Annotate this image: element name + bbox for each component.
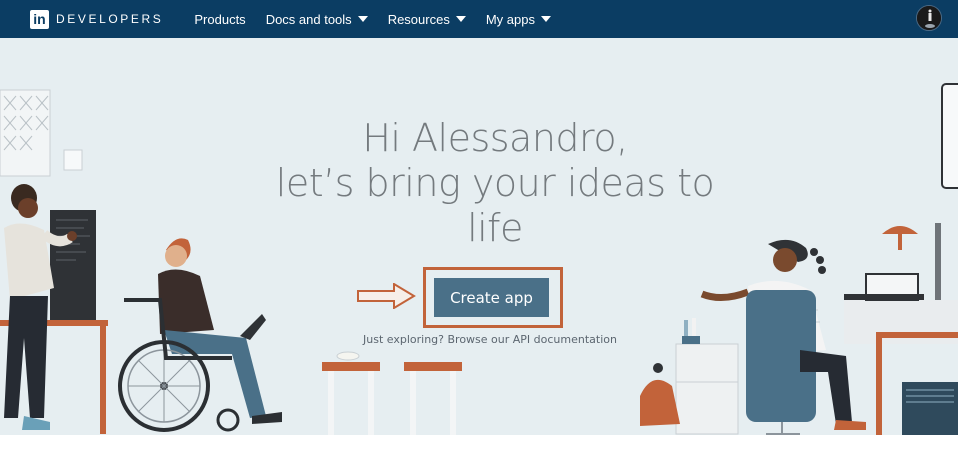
brand-home-link[interactable]: in DEVELOPERS [30, 9, 164, 29]
wheelchair-user-icon [118, 238, 282, 432]
stools-icon [322, 351, 462, 435]
page-footer-strip [0, 435, 958, 467]
arrow-right-icon [357, 283, 416, 309]
welcome-heading: Hi Alessandro, let’s bring your ideas to… [240, 116, 750, 251]
greeting-line: Hi Alessandro, [362, 116, 628, 160]
chevron-down-icon [455, 16, 466, 22]
profile-photo-icon [917, 6, 941, 30]
nav-item-products[interactable]: Products [194, 12, 245, 27]
wall-frame-icon [941, 83, 958, 189]
avatar[interactable] [916, 5, 942, 31]
nav-item-label: Resources [387, 11, 450, 27]
nav-item-label: Products [194, 11, 246, 27]
nav-links: Products Docs and tools Resources My app… [194, 12, 571, 27]
chevron-down-icon [540, 16, 551, 22]
hero-section: Hi Alessandro, let’s bring your ideas to… [0, 38, 958, 435]
wall-grid-icon [0, 89, 83, 177]
greeting-line: life [467, 206, 523, 250]
nav-item-resources[interactable]: Resources [388, 12, 466, 27]
filing-cabinet-icon [640, 318, 739, 435]
greeting-line: let’s bring your ideas to [275, 161, 715, 205]
api-documentation-link[interactable]: Just exploring? Browse our API documenta… [340, 333, 640, 346]
linkedin-logo-icon: in [30, 9, 49, 29]
top-navbar: in DEVELOPERS Products Docs and tools Re… [0, 0, 958, 38]
chevron-down-icon [357, 16, 368, 22]
nav-item-label: My apps [485, 11, 535, 27]
nav-item-label: Docs and tools [265, 11, 352, 27]
brand-name: DEVELOPERS [56, 12, 164, 26]
nav-item-my-apps[interactable]: My apps [486, 12, 551, 27]
create-app-button[interactable]: Create app [434, 278, 549, 317]
nav-item-docs-and-tools[interactable]: Docs and tools [266, 12, 368, 27]
right-desk-icon [844, 223, 958, 435]
